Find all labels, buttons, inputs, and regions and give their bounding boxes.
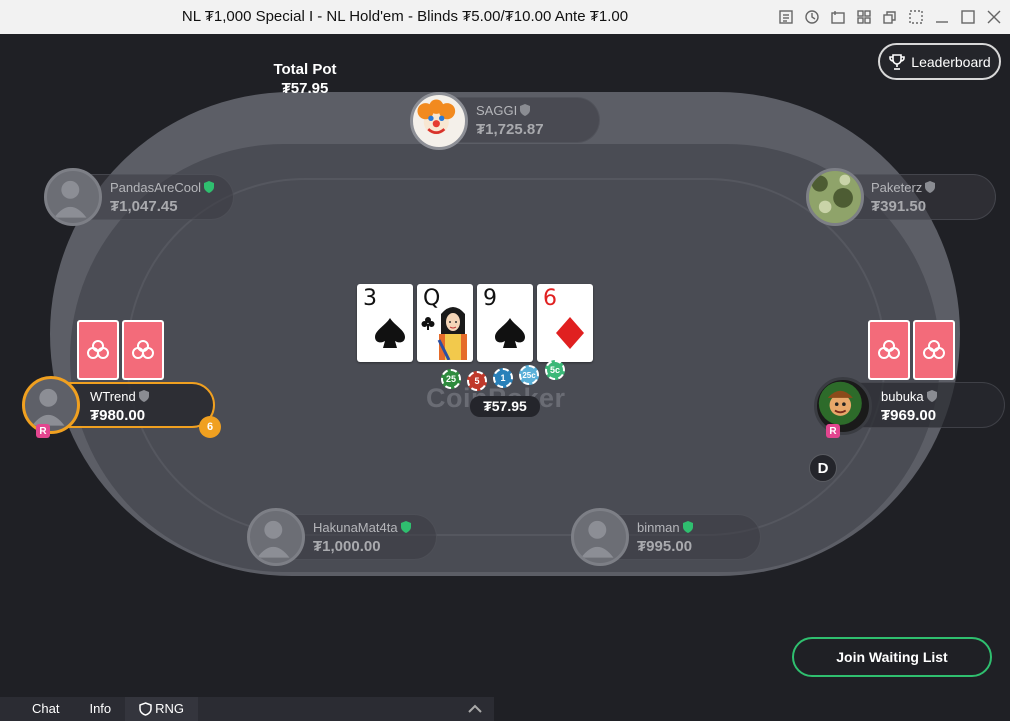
shield-icon bbox=[926, 390, 937, 402]
shield-icon bbox=[520, 104, 531, 116]
player-name: Paketerz bbox=[871, 180, 936, 195]
diamond-icon bbox=[556, 317, 584, 349]
rng-badge: R bbox=[36, 424, 50, 438]
lobby-icon[interactable] bbox=[828, 7, 848, 27]
hole-card-back bbox=[77, 320, 119, 380]
board-card-3: 9 bbox=[477, 284, 533, 362]
minimize-icon[interactable] bbox=[932, 7, 952, 27]
spade-icon bbox=[495, 318, 525, 348]
player-name: SAGGI bbox=[476, 103, 531, 118]
card-rank: 9 bbox=[483, 286, 497, 311]
total-pot-label: Total Pot bbox=[273, 61, 337, 78]
dealer-button: D bbox=[809, 454, 837, 482]
rng-badge: R bbox=[826, 424, 840, 438]
shield-icon bbox=[138, 390, 149, 402]
shield-icon bbox=[925, 181, 936, 193]
chip-5: 5 bbox=[467, 371, 487, 391]
notes-icon[interactable] bbox=[776, 7, 796, 27]
board-card-1: 3 bbox=[357, 284, 413, 362]
history-icon[interactable] bbox=[802, 7, 822, 27]
tab-rng[interactable]: RNG bbox=[125, 697, 199, 721]
default-avatar bbox=[571, 508, 629, 566]
verified-shield-icon bbox=[204, 181, 215, 193]
card-rank: 6 bbox=[543, 286, 557, 311]
center-pot-amount: ₮57.95 bbox=[470, 396, 540, 417]
player-stack: ₮969.00 bbox=[881, 407, 937, 424]
spade-icon bbox=[375, 318, 405, 348]
close-icon[interactable] bbox=[984, 7, 1004, 27]
chip-25c: 25c bbox=[519, 365, 539, 385]
leaderboard-button[interactable]: Leaderboard bbox=[878, 43, 1001, 80]
verified-shield-icon bbox=[682, 521, 693, 533]
board-card-4: 6 bbox=[537, 284, 593, 362]
chevron-up-icon[interactable] bbox=[466, 701, 484, 717]
hole-card-back bbox=[913, 320, 955, 380]
player-stack: ₮1,047.45 bbox=[110, 198, 178, 215]
tab-chat[interactable]: Chat bbox=[0, 697, 73, 721]
verified-shield-icon bbox=[400, 521, 411, 533]
hole-card-back bbox=[868, 320, 910, 380]
window-titlebar: NL ₮1,000 Special I - NL Hold'em - Blind… bbox=[0, 0, 1010, 34]
club-icon bbox=[421, 317, 435, 330]
hole-card-back bbox=[122, 320, 164, 380]
queen-face-icon bbox=[437, 307, 467, 360]
chip-1: 1 bbox=[493, 368, 513, 388]
card-rank: 3 bbox=[363, 286, 377, 311]
tile-icon[interactable] bbox=[854, 7, 874, 27]
action-timer: 6 bbox=[199, 416, 221, 438]
player-stack: ₮391.50 bbox=[871, 198, 927, 215]
total-pot: Total Pot ₮57.95 bbox=[250, 60, 360, 98]
default-avatar bbox=[44, 168, 102, 226]
trophy-icon bbox=[889, 53, 906, 70]
chip-5c: 5c bbox=[545, 360, 565, 380]
window-controls bbox=[776, 7, 1004, 27]
fullscreen-icon[interactable] bbox=[906, 7, 926, 27]
leaderboard-label: Leaderboard bbox=[911, 53, 991, 70]
player-name: HakunaMat4ta bbox=[313, 520, 411, 535]
tab-info[interactable]: Info bbox=[73, 697, 125, 721]
player-name: bubuka bbox=[881, 389, 937, 404]
chip-25: 25 bbox=[441, 369, 461, 389]
maximize-icon[interactable] bbox=[958, 7, 978, 27]
cascade-icon[interactable] bbox=[880, 7, 900, 27]
player-name: binman bbox=[637, 520, 693, 535]
player-name: PandasAreCool bbox=[110, 180, 215, 195]
default-avatar bbox=[22, 376, 80, 434]
player-stack: ₮980.00 bbox=[90, 407, 146, 424]
clown-avatar bbox=[410, 92, 468, 150]
player-stack: ₮1,725.87 bbox=[476, 121, 544, 138]
window-title: NL ₮1,000 Special I - NL Hold'em - Blind… bbox=[181, 8, 629, 25]
join-waiting-list-button[interactable]: Join Waiting List bbox=[792, 637, 992, 677]
camo-avatar bbox=[806, 168, 864, 226]
player-stack: ₮1,000.00 bbox=[313, 538, 381, 555]
pirate-avatar bbox=[814, 377, 872, 435]
shield-icon bbox=[139, 702, 152, 716]
default-avatar bbox=[247, 508, 305, 566]
total-pot-amount: ₮57.95 bbox=[281, 80, 329, 97]
player-stack: ₮995.00 bbox=[637, 538, 693, 555]
tab-rng-label: RNG bbox=[155, 701, 185, 716]
board-card-2: Q bbox=[417, 284, 473, 362]
bottom-tab-bar: Chat Info RNG bbox=[0, 697, 494, 721]
player-name: WTrend bbox=[90, 389, 149, 404]
